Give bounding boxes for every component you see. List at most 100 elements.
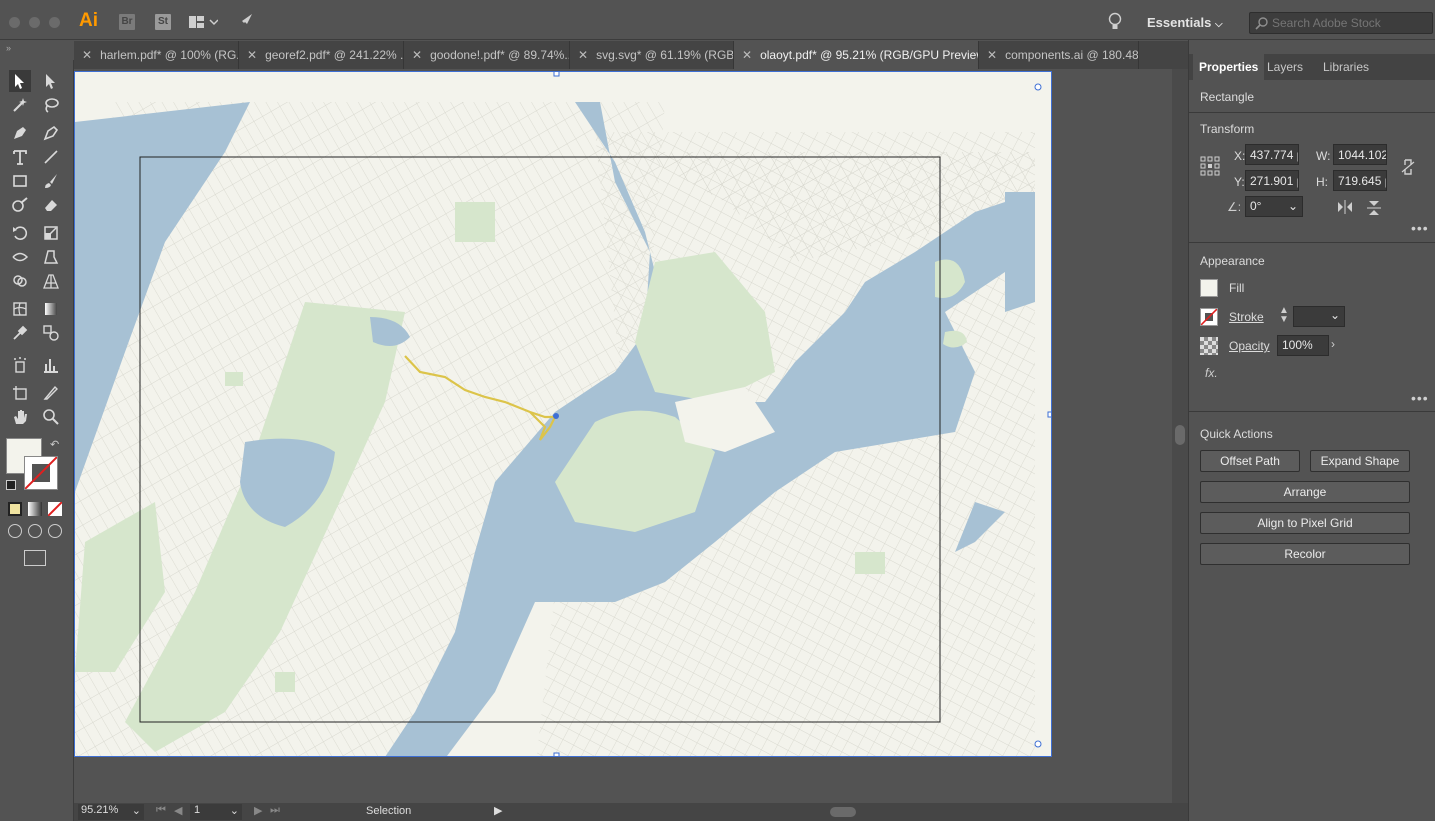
color-mode-icon[interactable]	[8, 502, 22, 516]
stroke-weight-stepper[interactable]: ▲ ▼	[1279, 306, 1289, 325]
rectangle-tool-icon[interactable]	[9, 170, 31, 192]
none-mode-icon[interactable]	[48, 502, 62, 516]
zoom-tool-icon[interactable]	[40, 406, 62, 428]
close-tab-icon[interactable]: ✕	[412, 48, 422, 62]
align-to-pixel-grid-button[interactable]: Align to Pixel Grid	[1200, 512, 1410, 534]
angle-field[interactable]: 0° ⌄	[1245, 196, 1303, 217]
zoom-level-field[interactable]: 95.21% ⌄	[78, 804, 144, 820]
reference-point-icon[interactable]	[1200, 156, 1220, 179]
stroke-weight-field[interactable]: ⌄	[1293, 306, 1345, 327]
bridge-button[interactable]: Br	[119, 14, 135, 30]
perspective-grid-tool-icon[interactable]	[40, 270, 62, 292]
shaper-tool-icon[interactable]	[9, 194, 31, 216]
curvature-tool-icon[interactable]	[40, 122, 62, 144]
tab-goodone[interactable]: ✕ goodone!.pdf* @ 89.74%...	[404, 41, 570, 69]
symbol-sprayer-tool-icon[interactable]	[9, 354, 31, 376]
offset-path-button[interactable]: Offset Path	[1200, 450, 1300, 472]
horizontal-scrollbar[interactable]	[512, 804, 1162, 820]
fill-swatch[interactable]	[1200, 279, 1218, 297]
shape-builder-tool-icon[interactable]	[9, 270, 31, 292]
first-artboard-icon[interactable]: ⏮	[156, 804, 166, 817]
y-field[interactable]	[1245, 170, 1299, 191]
screen-mode-icon[interactable]	[24, 550, 46, 566]
tab-components[interactable]: ✕ components.ai @ 180.48...	[979, 41, 1139, 69]
paintbrush-tool-icon[interactable]	[40, 170, 62, 192]
hand-tool-icon[interactable]	[9, 406, 31, 428]
close-tab-icon[interactable]: ✕	[742, 48, 752, 62]
flip-horizontal-icon[interactable]	[1337, 200, 1353, 217]
scroll-thumb[interactable]	[1175, 425, 1185, 445]
close-tab-icon[interactable]: ✕	[578, 48, 588, 62]
line-tool-icon[interactable]	[40, 146, 62, 168]
stock-button[interactable]: St	[155, 14, 171, 30]
tab-olaoyt[interactable]: ✕ olaoyt.pdf* @ 95.21% (RGB/GPU Preview)	[734, 41, 979, 69]
more-transform-options-icon[interactable]: •••	[1411, 220, 1429, 236]
canvas-area[interactable]	[74, 69, 1172, 803]
minimize-window-button[interactable]	[29, 17, 40, 28]
slice-tool-icon[interactable]	[40, 382, 62, 404]
stroke-label[interactable]: Stroke	[1229, 310, 1264, 324]
draw-inside-icon[interactable]	[48, 524, 62, 538]
draw-normal-icon[interactable]	[8, 524, 22, 538]
width-field[interactable]	[1333, 144, 1387, 165]
gradient-mode-icon[interactable]	[28, 502, 42, 516]
adobe-stock-search[interactable]	[1249, 12, 1433, 34]
width-tool-icon[interactable]	[9, 246, 31, 268]
close-tab-icon[interactable]: ✕	[247, 48, 257, 62]
tab-harlem[interactable]: ✕ harlem.pdf* @ 100% (RG...	[74, 41, 239, 69]
expand-shape-button[interactable]: Expand Shape	[1310, 450, 1410, 472]
search-input[interactable]	[1272, 15, 1430, 31]
zoom-window-button[interactable]	[49, 17, 60, 28]
scroll-thumb[interactable]	[830, 807, 856, 817]
recolor-button[interactable]: Recolor	[1200, 543, 1410, 565]
default-fill-stroke-icon[interactable]	[6, 480, 16, 490]
column-graph-tool-icon[interactable]	[40, 354, 62, 376]
last-artboard-icon[interactable]: ⏭	[270, 804, 280, 817]
eraser-tool-icon[interactable]	[40, 194, 62, 216]
tab-layers[interactable]: Layers	[1261, 54, 1309, 80]
opacity-label[interactable]: Opacity	[1229, 339, 1270, 353]
swap-fill-stroke-icon[interactable]: ↶	[50, 438, 59, 451]
height-field[interactable]	[1333, 170, 1387, 191]
close-tab-icon[interactable]: ✕	[987, 48, 997, 62]
gradient-tool-icon[interactable]	[40, 298, 62, 320]
collapse-toolbar-icon[interactable]: »	[6, 43, 11, 53]
puppet-warp-tool-icon[interactable]	[40, 246, 62, 268]
tab-georef2[interactable]: ✕ georef2.pdf* @ 241.22% ...	[239, 41, 404, 69]
status-menu-icon[interactable]: ▶	[494, 804, 502, 817]
scale-tool-icon[interactable]	[40, 222, 62, 244]
constrain-proportions-icon[interactable]	[1401, 158, 1415, 179]
workspace-switcher[interactable]: Essentials ⌵	[1147, 15, 1223, 30]
stroke-swatch[interactable]	[1200, 308, 1218, 326]
more-appearance-options-icon[interactable]: •••	[1411, 390, 1429, 406]
discover-lightbulb-icon[interactable]	[1107, 12, 1123, 35]
selection-tool-icon[interactable]	[9, 70, 31, 92]
direct-selection-tool-icon[interactable]	[40, 70, 62, 92]
magic-wand-tool-icon[interactable]	[9, 94, 31, 116]
tab-svg[interactable]: ✕ svg.svg* @ 61.19% (RGB...	[570, 41, 734, 69]
rotate-tool-icon[interactable]	[9, 222, 31, 244]
previous-artboard-icon[interactable]: ◀	[174, 804, 182, 817]
flip-vertical-icon[interactable]	[1367, 200, 1381, 219]
effects-fx-icon[interactable]: fx.	[1205, 366, 1218, 380]
close-window-button[interactable]	[9, 17, 20, 28]
eyedropper-tool-icon[interactable]	[9, 322, 31, 344]
type-tool-icon[interactable]	[9, 146, 31, 168]
artboard-number-field[interactable]: 1 ⌄	[190, 804, 242, 820]
x-field[interactable]	[1245, 144, 1299, 165]
gpu-performance-icon[interactable]	[236, 12, 256, 35]
tab-libraries[interactable]: Libraries	[1317, 54, 1375, 80]
next-artboard-icon[interactable]: ▶	[254, 804, 262, 817]
tab-properties[interactable]: Properties	[1193, 54, 1265, 80]
mesh-tool-icon[interactable]	[9, 298, 31, 320]
draw-behind-icon[interactable]	[28, 524, 42, 538]
blend-tool-icon[interactable]	[40, 322, 62, 344]
close-tab-icon[interactable]: ✕	[82, 48, 92, 62]
opacity-field[interactable]: 100%	[1277, 335, 1329, 356]
artboard[interactable]	[74, 71, 1052, 757]
arrange-documents-icon[interactable]	[188, 14, 219, 33]
stroke-swatch[interactable]	[24, 456, 58, 490]
vertical-scrollbar[interactable]	[1172, 69, 1188, 803]
artboard-tool-icon[interactable]	[9, 382, 31, 404]
lasso-tool-icon[interactable]	[40, 94, 62, 116]
